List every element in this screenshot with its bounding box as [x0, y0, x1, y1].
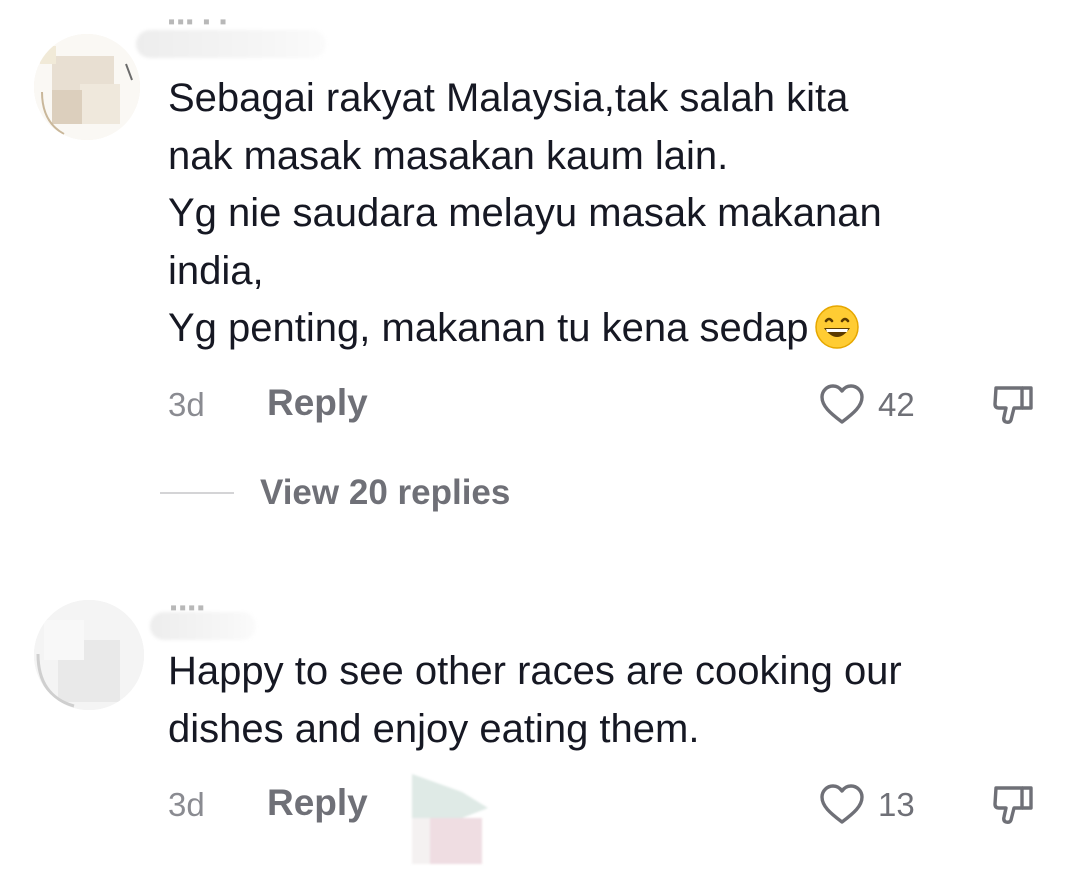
comment-item: ▪▪▪ ▪ ▪ Sebagai rakyat Malaysia,tak sala… — [0, 0, 1080, 560]
comment-text: Sebagai rakyat Malaysia,tak salah kita n… — [168, 70, 1048, 358]
username[interactable] — [136, 30, 326, 58]
thumbs-down-outline-icon[interactable] — [990, 780, 1036, 826]
comment-text-line: dishes and enjoy eating them. — [168, 706, 700, 751]
comment-text: Happy to see other races are cooking our… — [168, 643, 1048, 758]
username-fragment: ▪▪▪ ▪ ▪ — [168, 12, 229, 26]
comment-text-line: nak masak masakan kaum lain. — [168, 133, 729, 178]
comment-text-line: Yg penting, makanan tu kena sedap — [168, 300, 1048, 358]
view-replies-label: View 20 replies — [260, 473, 511, 512]
thumbs-down-outline-icon[interactable] — [990, 380, 1036, 426]
comment-text-line: Yg nie saudara melayu masak makanan — [168, 191, 882, 235]
view-replies-button[interactable]: View 20 replies — [160, 470, 660, 516]
grinning-face-emoji — [815, 305, 860, 349]
like-count: 13 — [878, 786, 915, 823]
username-fragment: ▪▪▪▪ — [170, 598, 207, 612]
blur-overlay — [412, 774, 488, 864]
heart-outline-icon[interactable] — [818, 782, 866, 826]
reply-button[interactable]: Reply — [267, 382, 368, 424]
comment-text-line: Happy to see other races are cooking our — [168, 649, 902, 693]
divider — [160, 492, 234, 494]
comment-timestamp: 3d — [168, 786, 205, 823]
avatar-image — [34, 600, 144, 710]
username[interactable] — [150, 612, 256, 640]
like-count: 42 — [878, 386, 915, 423]
comment-text-line: india, — [168, 248, 264, 293]
comment-text-line: Sebagai rakyat Malaysia,tak salah kita — [168, 76, 849, 120]
avatar[interactable] — [34, 600, 144, 710]
comment-item: ▪▪▪▪ Happy to see other races are cookin… — [0, 560, 1080, 888]
avatar[interactable] — [34, 34, 140, 140]
avatar-image — [34, 34, 140, 140]
reply-button[interactable]: Reply — [267, 782, 368, 824]
comment-timestamp: 3d — [168, 386, 205, 423]
heart-outline-icon[interactable] — [818, 382, 866, 426]
